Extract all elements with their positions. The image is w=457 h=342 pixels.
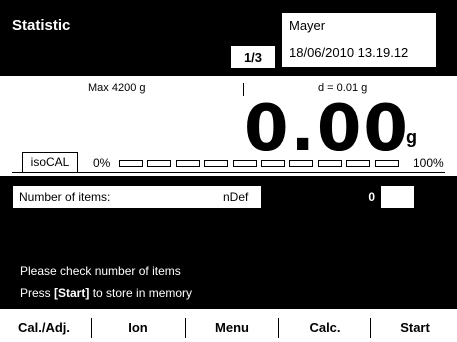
- capacity-bar-segment: [147, 160, 172, 167]
- weight-unit: g: [406, 127, 417, 147]
- items-input[interactable]: 0: [261, 185, 381, 209]
- capacity-bar-segment: [261, 160, 285, 167]
- capacity-bar-segment: [346, 160, 371, 167]
- user-info-box: Mayer 18/06/2010 13.19.12: [281, 12, 437, 68]
- capacity-bar-segment: [204, 160, 229, 167]
- items-code: nDef: [223, 190, 249, 204]
- instruction-prefix: Press: [20, 286, 55, 300]
- softkey-separator: [185, 318, 186, 338]
- weight-value: 0.00: [244, 92, 410, 166]
- divider-line: [12, 172, 445, 173]
- softkey-separator: [370, 318, 371, 338]
- user-name: Mayer: [289, 18, 326, 33]
- page-title: Statistic: [12, 17, 71, 34]
- softkey-bar: Cal./Adj. Ion Menu Calc. Start: [0, 312, 457, 342]
- instruction-suffix: to store in memory: [89, 286, 193, 300]
- capacity-bar-segment: [289, 160, 314, 167]
- items-label: Number of items:: [19, 190, 111, 204]
- start-softkey[interactable]: Start: [373, 312, 457, 342]
- instruction-text-1: Please check number of items: [20, 264, 181, 278]
- capacity-bar: [119, 160, 407, 167]
- bar-min-label: 0%: [93, 156, 111, 170]
- calc-softkey[interactable]: Calc.: [281, 312, 369, 342]
- instruction-text-2: Press [Start] to store in memory: [20, 286, 192, 300]
- cal-adj-softkey[interactable]: Cal./Adj.: [0, 312, 88, 342]
- page-indicator: 1/3: [231, 46, 275, 68]
- softkey-separator: [278, 318, 279, 338]
- number-of-items-row: Number of items: nDef 0: [12, 185, 415, 209]
- bar-max-label: 100%: [413, 156, 444, 170]
- isocal-button[interactable]: isoCAL: [22, 152, 78, 172]
- datetime: 18/06/2010 13.19.12: [289, 45, 409, 60]
- capacity-bar-segment: [374, 160, 399, 167]
- capacity-bar-segment: [317, 160, 342, 167]
- instruction-key: [Start]: [54, 286, 90, 300]
- capacity-bar-segment: [119, 160, 143, 167]
- menu-softkey[interactable]: Menu: [188, 312, 276, 342]
- capacity-bar-segment: [232, 160, 257, 167]
- ion-softkey[interactable]: Ion: [94, 312, 182, 342]
- max-capacity-label: Max 4200 g: [88, 82, 146, 94]
- capacity-bar-segment: [175, 160, 200, 167]
- softkey-separator: [91, 318, 92, 338]
